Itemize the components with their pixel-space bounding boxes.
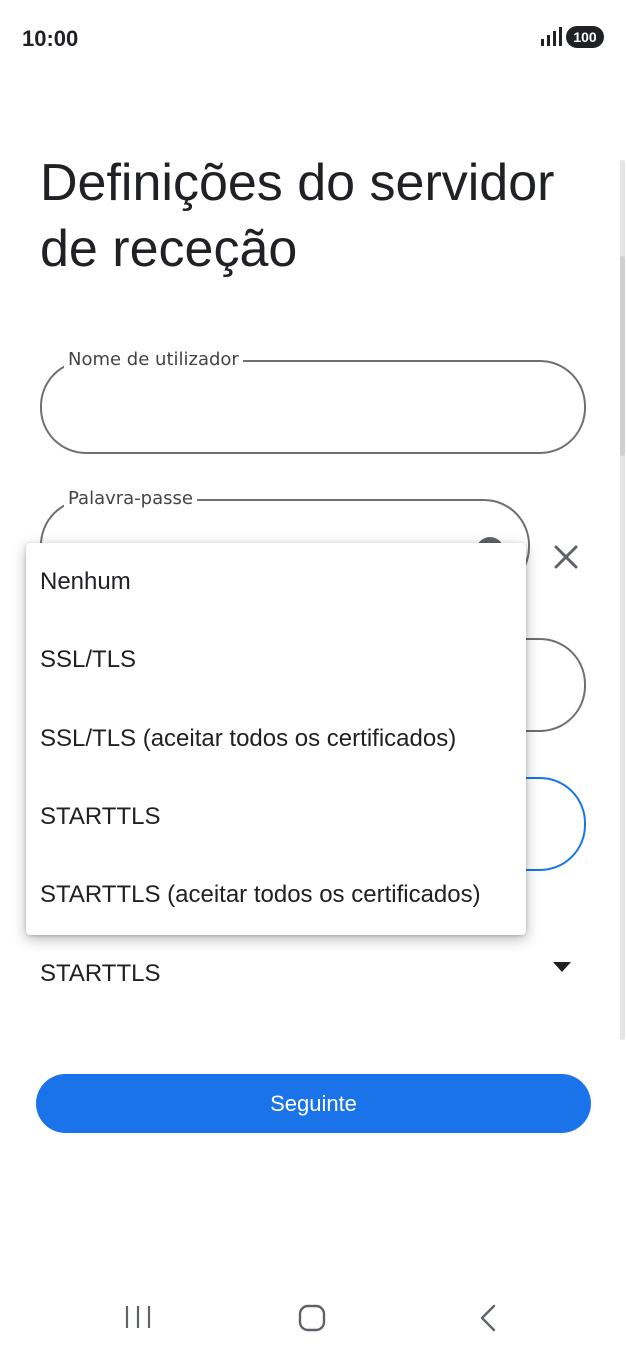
navigation-bar xyxy=(0,1280,626,1358)
nav-recents-icon[interactable] xyxy=(124,1304,152,1330)
menu-item-ssl-tls[interactable]: SSL/TLS xyxy=(26,621,526,699)
page-title: Definições do servidor de receção xyxy=(40,154,555,278)
signal-icon xyxy=(541,27,562,46)
scrollbar-track[interactable] xyxy=(620,160,625,1040)
username-label: Nome de utilizador xyxy=(64,349,243,370)
menu-item-starttls[interactable]: STARTTLS xyxy=(26,778,526,856)
scrollbar-thumb[interactable] xyxy=(620,256,625,456)
username-input[interactable] xyxy=(66,382,500,422)
username-field[interactable]: Nome de utilizador xyxy=(40,349,586,454)
nav-back-icon[interactable] xyxy=(478,1304,498,1332)
menu-item-nenhum[interactable]: Nenhum xyxy=(26,543,526,621)
security-dropdown-menu: Nenhum SSL/TLS SSL/TLS (aceitar todos os… xyxy=(26,543,526,935)
next-button[interactable]: Seguinte xyxy=(36,1074,591,1133)
nav-home-icon[interactable] xyxy=(298,1304,326,1332)
status-bar: 10:00 100 xyxy=(0,0,626,78)
status-time: 10:00 xyxy=(22,26,79,51)
dropdown-arrow-icon[interactable] xyxy=(553,962,571,972)
security-type-select[interactable]: STARTTLS xyxy=(40,944,580,1004)
menu-item-starttls-all-certs[interactable]: STARTTLS (aceitar todos os certificados) xyxy=(26,856,526,934)
password-label: Palavra-passe xyxy=(64,488,197,509)
clear-icon[interactable] xyxy=(551,542,581,572)
battery-level: 100 xyxy=(566,26,604,48)
menu-item-ssl-tls-all-certs[interactable]: SSL/TLS (aceitar todos os certificados) xyxy=(26,700,526,778)
security-type-value: STARTTLS xyxy=(40,960,161,987)
